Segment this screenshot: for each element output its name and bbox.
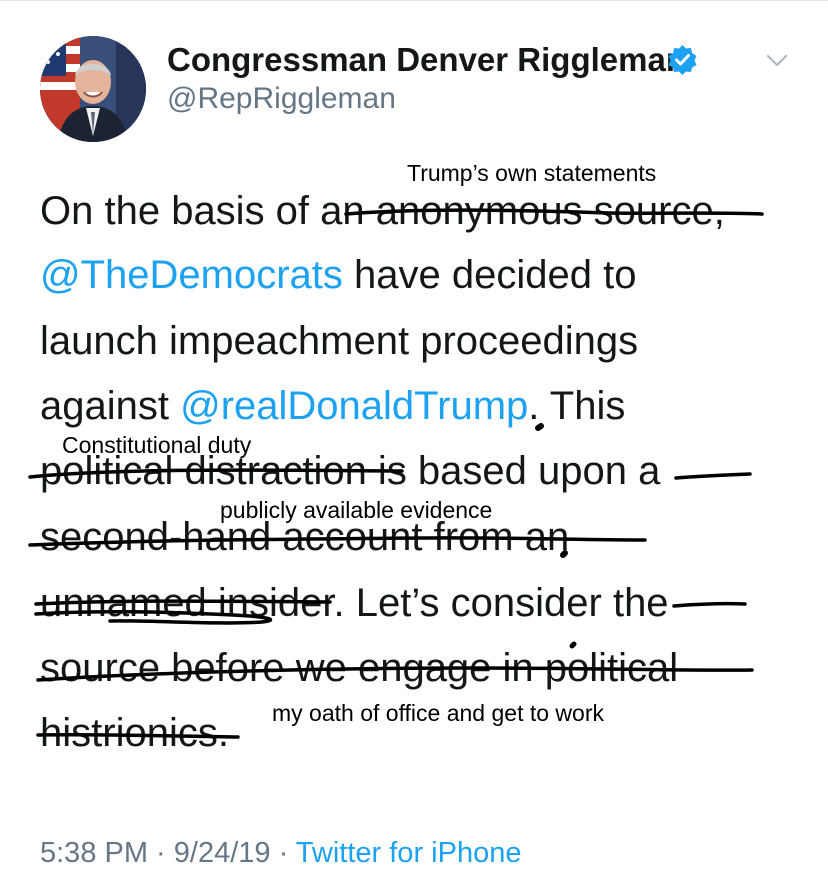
annotation-replacement-4: my oath of office and get to work <box>272 700 604 726</box>
meta-separator: · <box>270 837 296 869</box>
tweet-date[interactable]: 9/24/19 <box>174 837 271 869</box>
annotation-replacement-1: Trump’s own statements <box>407 160 657 186</box>
annotation-replacement-2: Constitutional duty <box>62 432 252 458</box>
tweet-meta: 5:38 PM · 9/24/19 · Twitter for iPhone <box>40 836 521 870</box>
tweet-time: 5:38 PM <box>40 837 148 869</box>
meta-separator: · <box>148 837 174 869</box>
annotation-replacement-3: publicly available evidence <box>220 497 493 523</box>
tweet-source-link[interactable]: Twitter for iPhone <box>296 837 522 869</box>
